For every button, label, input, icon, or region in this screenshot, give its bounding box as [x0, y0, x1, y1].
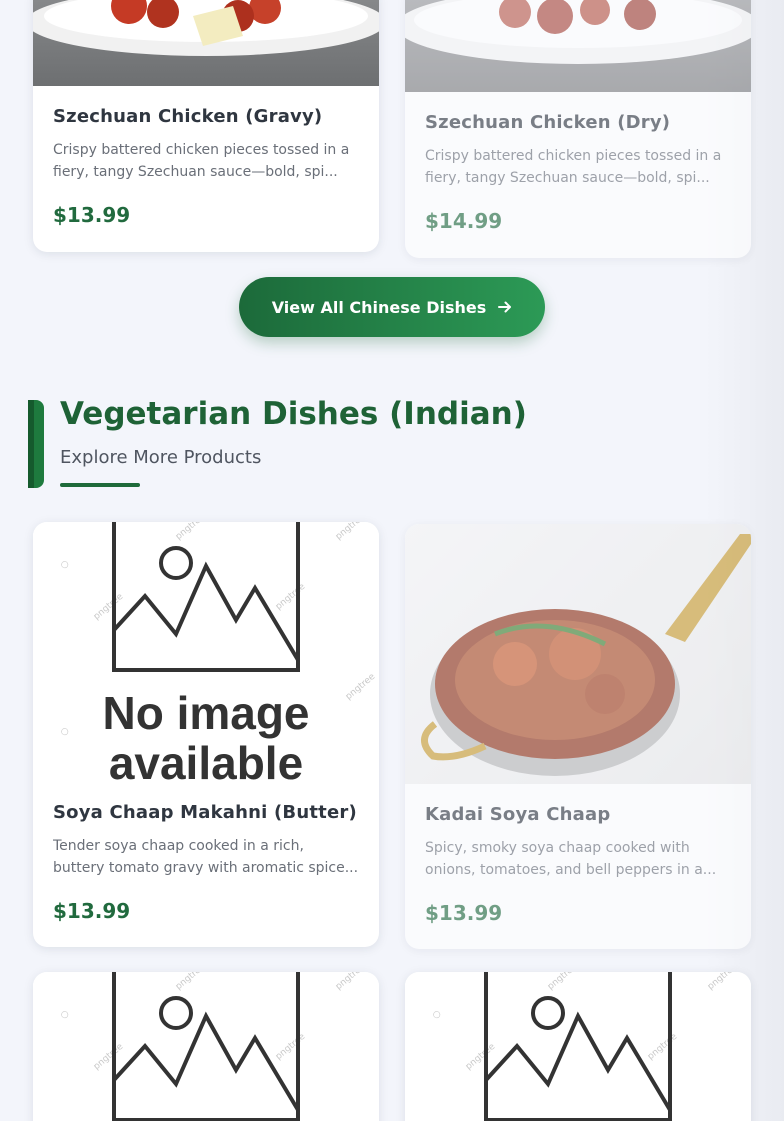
- product-name: Kadai Soya Chaap: [425, 804, 611, 825]
- product-description: Crispy battered chicken pieces tossed in…: [53, 142, 350, 180]
- view-all-label: View All Chinese Dishes: [271, 297, 487, 317]
- product-image: [405, 0, 751, 92]
- section-title: Vegetarian Dishes (Indian): [60, 396, 527, 432]
- section-accent-bar: [28, 400, 44, 488]
- product-price: $14.99: [425, 209, 503, 233]
- image-placeholder-icon: ○ pngtree pngtree pngtree pngtree: [405, 972, 751, 1121]
- product-description: Spicy, smoky soya chaap cooked with onio…: [425, 840, 717, 878]
- product-name: Soya Chaap Makahni (Butter): [53, 802, 357, 823]
- section-subtitle: Explore More Products: [60, 447, 262, 468]
- product-card[interactable]: ○ pngtree pngtree pngtree pngtree pngtre…: [33, 522, 379, 947]
- product-card[interactable]: ○ pngtree pngtree pngtree pngtree: [33, 972, 379, 1121]
- arrow-right-icon: [498, 300, 512, 314]
- product-image: [405, 524, 751, 784]
- product-price: $13.99: [425, 901, 503, 925]
- product-card[interactable]: Szechuan Chicken (Dry) Crispy battered c…: [405, 0, 751, 258]
- product-card[interactable]: Kadai Soya Chaap Spicy, smoky soya chaap…: [405, 524, 751, 949]
- product-card[interactable]: ○ pngtree pngtree pngtree pngtree: [405, 972, 751, 1121]
- product-price: $13.99: [53, 203, 131, 227]
- no-image-text: No image available: [102, 687, 310, 782]
- product-image: [33, 0, 379, 86]
- view-all-chinese-button[interactable]: View All Chinese Dishes: [239, 277, 545, 337]
- product-name: Szechuan Chicken (Dry): [425, 112, 671, 133]
- product-description: Tender soya chaap cooked in a rich, butt…: [53, 838, 359, 876]
- product-card[interactable]: Szechuan Chicken (Gravy) Crispy battered…: [33, 0, 379, 252]
- product-price: $13.99: [53, 899, 131, 923]
- product-name: Szechuan Chicken (Gravy): [53, 106, 323, 127]
- section-underline: [60, 483, 140, 487]
- image-placeholder-icon: ○ pngtree pngtree pngtree pngtree: [33, 972, 379, 1121]
- image-placeholder-icon: ○ pngtree pngtree pngtree pngtree pngtre…: [33, 522, 379, 782]
- product-description: Crispy battered chicken pieces tossed in…: [425, 148, 722, 186]
